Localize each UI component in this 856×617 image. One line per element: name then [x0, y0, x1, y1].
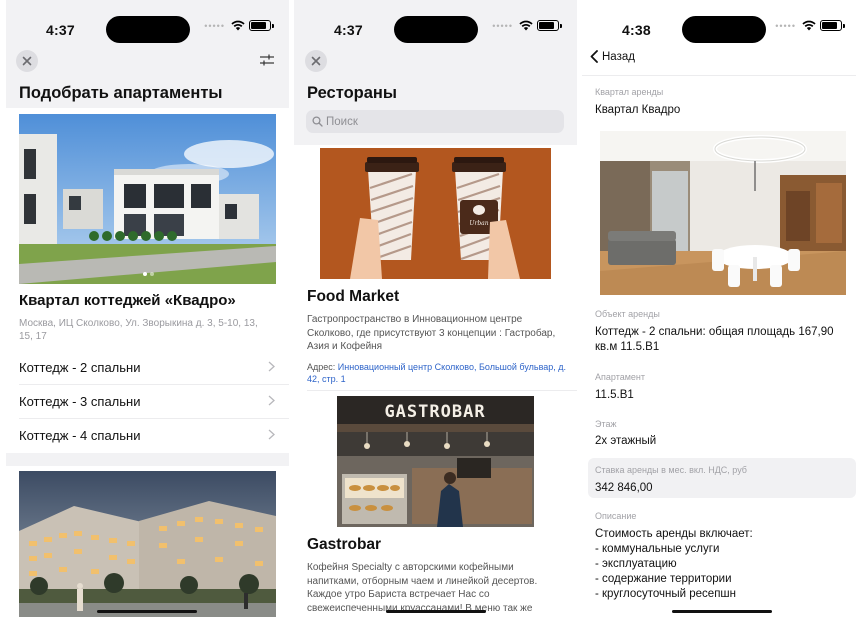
- wifi-icon: [231, 20, 245, 31]
- status-bar: 4:37 •••••: [294, 0, 577, 46]
- apartment-complex-photo[interactable]: [19, 471, 276, 617]
- address-label: Адрес:: [307, 362, 338, 372]
- close-button[interactable]: [16, 50, 38, 72]
- field-label: Квартал аренды: [595, 87, 664, 97]
- search-icon: [312, 116, 323, 127]
- close-button[interactable]: [305, 50, 327, 72]
- field-label: Описание: [595, 511, 637, 521]
- field-value: 2х этажный: [595, 435, 657, 447]
- gastrobar-photo[interactable]: GASTROBAR: [337, 396, 534, 527]
- search-placeholder: Поиск: [326, 115, 358, 128]
- address-link[interactable]: Инновационный центр Сколково, Большой бу…: [307, 362, 566, 384]
- status-time: 4:37: [46, 22, 75, 38]
- field-value: 11.5.В1: [595, 389, 634, 401]
- apartment-detail-screen: 4:38 ••••• Назад Квартал аренды Квартал …: [582, 0, 856, 617]
- battery-icon: [537, 20, 562, 31]
- field-value: Коттедж - 2 спальни: общая площадь 167,9…: [595, 326, 834, 353]
- restaurants-screen: 4:37 ••••• Рестораны Поиск Urban Food Ma…: [294, 0, 577, 617]
- dynamic-island: [682, 16, 766, 43]
- back-label: Назад: [602, 50, 635, 63]
- dynamic-island: [106, 16, 190, 43]
- sliders-icon[interactable]: [259, 53, 275, 67]
- battery-icon: [249, 20, 274, 31]
- battery-icon: [820, 20, 845, 31]
- field-label: Объект аренды: [595, 309, 660, 319]
- option-row[interactable]: Коттедж - 3 спальни: [6, 384, 289, 418]
- description-line: - эксплуатацию: [595, 558, 677, 570]
- home-indicator: [672, 610, 772, 613]
- back-button[interactable]: Назад: [590, 50, 635, 63]
- status-time: 4:37: [334, 22, 363, 38]
- complex-address: Москва, ИЦ Сколково, Ул. Зворыкина д. 3,…: [19, 318, 258, 342]
- field-label: Апартамент: [595, 372, 646, 382]
- divider: [307, 390, 577, 391]
- page-title: Рестораны: [307, 84, 397, 102]
- option-label: Коттедж - 2 спальни: [19, 359, 141, 375]
- food-market-photo[interactable]: Urban: [320, 148, 551, 279]
- chevron-right-icon: [268, 361, 275, 372]
- status-bar: 4:37 •••••: [6, 0, 289, 46]
- section-gap: [6, 453, 289, 466]
- divider: [582, 75, 856, 76]
- field-value: Квартал Квадро: [595, 104, 681, 116]
- field-label: Ставка аренды в мес. вкл. НДС, руб: [595, 465, 747, 475]
- field-label: Этаж: [595, 419, 617, 429]
- price-value: 342 846,00: [595, 482, 653, 494]
- signal-icon: •••••: [204, 20, 225, 31]
- wifi-icon: [519, 20, 533, 31]
- cottage-photo[interactable]: [19, 114, 276, 284]
- status-bar: 4:38 •••••: [582, 0, 856, 46]
- restaurant-address: Адрес: Инновационный центр Сколково, Бол…: [307, 361, 567, 385]
- wifi-icon: [802, 20, 816, 31]
- option-label: Коттедж - 3 спальни: [19, 393, 141, 409]
- complex-name[interactable]: Квартал коттеджей «Квадро»: [19, 292, 236, 309]
- home-indicator: [97, 610, 197, 613]
- restaurant-name[interactable]: Gastrobar: [307, 536, 381, 554]
- page-title: Подобрать апартаменты: [19, 84, 223, 102]
- description-line: Стоимость аренды включает:: [595, 528, 753, 540]
- restaurant-description: Гастропространство в Инновационном центр…: [307, 314, 556, 352]
- restaurant-description: Кофейня Specialty с авторскими кофейными…: [307, 562, 538, 614]
- description-line: - содержание территории: [595, 573, 732, 585]
- chevron-right-icon: [268, 429, 275, 440]
- home-indicator: [386, 610, 486, 613]
- close-icon: [22, 56, 32, 66]
- close-icon: [311, 56, 321, 66]
- chevron-left-icon: [590, 50, 598, 63]
- option-label: Коттедж - 4 спальни: [19, 427, 141, 443]
- description-line: - круглосуточный ресепшн: [595, 588, 736, 600]
- status-time: 4:38: [622, 22, 651, 38]
- gastrobar-sign: GASTROBAR: [384, 402, 485, 422]
- search-field[interactable]: Поиск: [306, 110, 564, 133]
- apartments-screen: 4:37 ••••• Подобрать апартаменты Квартал…: [6, 0, 289, 617]
- signal-icon: •••••: [775, 20, 796, 31]
- restaurant-name[interactable]: Food Market: [307, 288, 399, 306]
- dynamic-island: [394, 16, 478, 43]
- description-line: - коммунальные услуги: [595, 543, 720, 555]
- cup-logo-text: Urban: [469, 220, 488, 227]
- signal-icon: •••••: [492, 20, 513, 31]
- option-row[interactable]: Коттедж - 4 спальни: [6, 418, 289, 452]
- interior-photo[interactable]: [600, 131, 846, 295]
- chevron-right-icon: [268, 395, 275, 406]
- option-row[interactable]: Коттедж - 2 спальни: [6, 350, 289, 384]
